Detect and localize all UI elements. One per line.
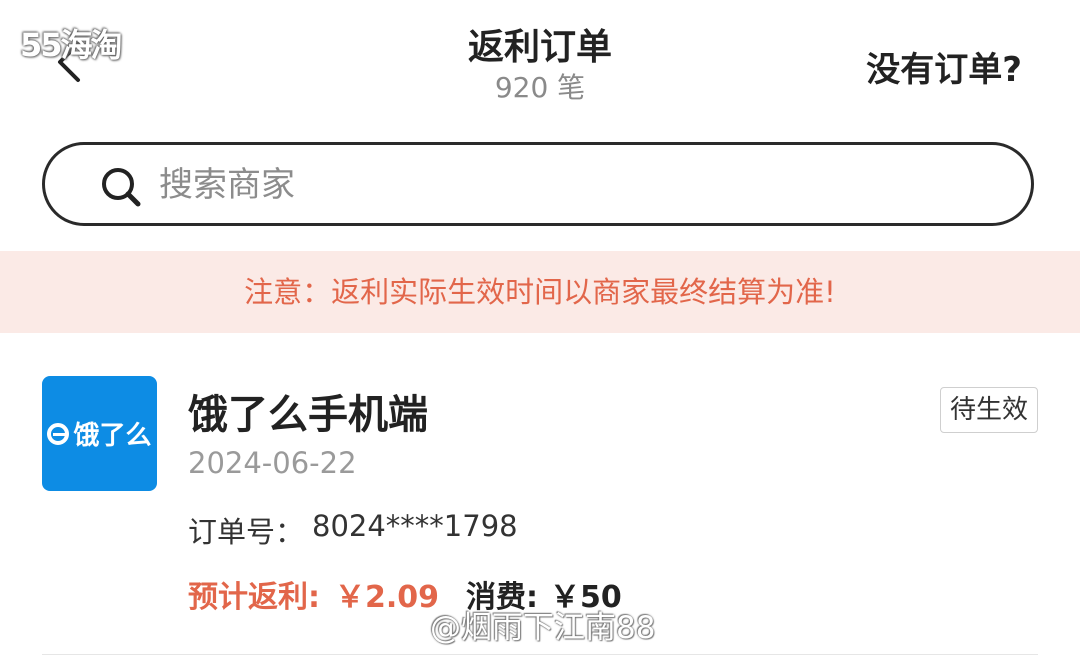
status-badge: 待生效	[940, 387, 1038, 433]
no-order-link[interactable]: 没有订单?	[866, 42, 1022, 91]
order-number-value: 8024****1798	[312, 509, 518, 543]
search-bar[interactable]	[42, 142, 1034, 226]
shop-logo: 饿了么	[42, 376, 157, 491]
watermark-text: @烟雨下江南88	[430, 610, 656, 646]
order-date: 2024-06-22	[188, 446, 357, 480]
rebate-label: 预计返利:	[188, 580, 320, 615]
watermark-logo: 55海淘	[20, 26, 123, 64]
eleme-logo-icon: 饿了么	[42, 376, 157, 491]
order-number-label: 订单号：	[188, 515, 305, 549]
shop-name: 饿了么手机端	[188, 392, 428, 438]
search-input[interactable]	[157, 159, 981, 211]
logo-text: 饿了么	[73, 421, 152, 451]
divider	[42, 654, 1038, 655]
notice-banner: 注意：返利实际生效时间以商家最终结算为准!	[0, 251, 1080, 333]
search-icon	[102, 168, 141, 207]
rebate-value: ￥2.09	[335, 580, 440, 615]
